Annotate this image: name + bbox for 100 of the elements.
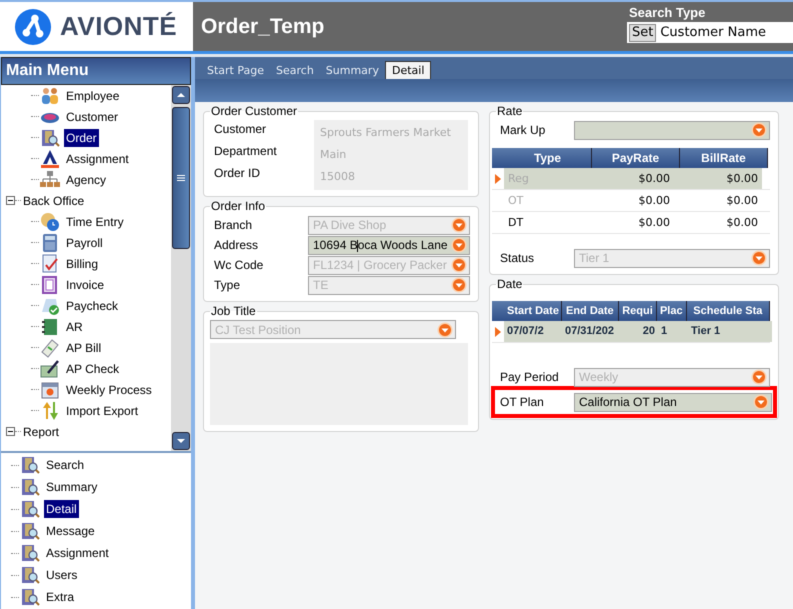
scroll-down-icon[interactable] xyxy=(176,438,186,444)
table-cell-text: $0.00 xyxy=(726,171,759,187)
tree-item[interactable]: Summary xyxy=(44,478,100,496)
search-type-field[interactable]: Set Customer Name xyxy=(627,22,793,43)
collapse-icon[interactable] xyxy=(6,196,15,205)
table-cell-text: 20 xyxy=(642,324,656,339)
column-header[interactable]: PayRate xyxy=(592,148,680,168)
arrows-icon xyxy=(40,400,60,420)
book-magnifier-icon xyxy=(20,565,40,585)
letter-icon xyxy=(40,148,60,168)
people-icon xyxy=(40,86,60,106)
column-header[interactable]: BillRate xyxy=(680,148,768,168)
field-label: Mark Up xyxy=(500,123,546,137)
tree-item[interactable]: Payroll xyxy=(64,234,105,252)
field-value: 15008 xyxy=(320,169,356,185)
tree-item[interactable]: Time Entry xyxy=(64,212,126,230)
tab[interactable]: Summary xyxy=(320,61,385,79)
field-label: Department xyxy=(214,143,278,160)
table-cell-text: $0.00 xyxy=(638,215,671,231)
checklist-icon xyxy=(40,254,60,274)
field-label: Type xyxy=(214,278,242,292)
table-cell-text: Tier 1 xyxy=(690,324,722,339)
column-header[interactable]: Start Date xyxy=(504,301,562,321)
field-label: Branch xyxy=(214,218,254,232)
field-label: Pay Period xyxy=(500,370,560,384)
field-value: Sprouts Farmers Market xyxy=(320,125,452,141)
tree-item[interactable]: Agency xyxy=(64,170,108,188)
dropdown-button[interactable] xyxy=(751,122,767,138)
field-label: Customer xyxy=(214,121,268,138)
field-value: Main xyxy=(320,147,348,163)
tree-item[interactable]: AP Check xyxy=(64,360,122,378)
pen-icon xyxy=(40,358,60,378)
logo-text: AVIONTÉ xyxy=(60,11,178,42)
dropdown-field[interactable] xyxy=(574,120,770,140)
table-row[interactable]: 07/07/2 07/31/202 20 1 Tier 1 xyxy=(504,321,772,342)
tree-item[interactable]: Order xyxy=(64,128,99,146)
scroll-up-icon[interactable] xyxy=(176,92,186,98)
grip-icon[interactable] xyxy=(177,174,185,182)
tab[interactable]: Search xyxy=(270,61,320,79)
field-label: Order ID xyxy=(214,165,262,182)
tree-item[interactable]: Detail xyxy=(44,500,79,518)
tree-item[interactable]: AP Bill xyxy=(64,338,104,356)
calculator-icon xyxy=(40,232,60,252)
column-header[interactable]: Requi xyxy=(619,301,657,321)
group-title: Order Customer xyxy=(210,104,298,118)
tree-item[interactable]: Employee xyxy=(64,86,122,104)
table-cell-text: 1 xyxy=(660,324,668,339)
dropdown-button[interactable] xyxy=(753,394,769,410)
column-header[interactable]: Schedule Sta xyxy=(686,301,770,321)
column-header[interactable]: Type xyxy=(504,148,592,168)
field-value: CJ Test Position xyxy=(215,322,302,336)
logo-icon xyxy=(14,8,52,46)
field-label: Address xyxy=(214,238,260,252)
book-magnifier-icon xyxy=(20,521,40,541)
field-value: California OT Plan xyxy=(579,395,678,409)
book-magnifier-icon xyxy=(20,499,40,519)
table-cell-text: $0.00 xyxy=(638,193,671,209)
scrollbar[interactable] xyxy=(171,85,191,451)
book-magnifier-icon xyxy=(40,128,60,148)
tree-item[interactable]: Users xyxy=(44,566,80,584)
ledger-icon xyxy=(40,316,60,336)
group-title: Order Info xyxy=(210,199,266,213)
table-cell-text: 07/07/2 xyxy=(506,324,545,339)
field-label: Wc Code xyxy=(214,258,264,272)
tree-item[interactable]: Paycheck xyxy=(64,296,120,314)
receipt-icon xyxy=(40,338,60,358)
tree-item[interactable]: Search xyxy=(44,456,86,474)
tree-group[interactable]: Report xyxy=(21,424,62,438)
clock-icon xyxy=(40,212,60,232)
search-type-label: Search Type xyxy=(628,4,706,22)
field-value: FL1234 | Grocery Packer xyxy=(313,258,448,272)
tree-item[interactable]: Assignment xyxy=(64,150,131,168)
tree-item[interactable]: Message xyxy=(44,522,97,540)
tree-item[interactable]: Customer xyxy=(64,108,120,126)
table-cell-text: DT xyxy=(507,215,524,231)
group-title: Date xyxy=(496,277,524,291)
book-magnifier-icon xyxy=(20,543,40,563)
tab[interactable]: Start Page xyxy=(201,61,270,79)
field-value: Weekly xyxy=(579,370,620,384)
dropdown-button[interactable] xyxy=(451,237,467,253)
tree-group[interactable]: Back Office xyxy=(21,194,86,208)
tree-item[interactable]: Extra xyxy=(44,588,76,606)
field-value: Tier 1 xyxy=(579,251,610,265)
tab[interactable]: Detail xyxy=(384,61,432,79)
group-title: Job Title xyxy=(210,304,257,318)
tree-item[interactable]: Import Export xyxy=(64,402,140,420)
dropdown-field[interactable]: California OT Plan xyxy=(574,392,772,412)
column-header[interactable]: End Date xyxy=(562,301,620,321)
tree-item[interactable]: Invoice xyxy=(64,276,106,294)
field-value: TE xyxy=(313,278,330,292)
set-button[interactable]: Set xyxy=(629,24,656,42)
column-header[interactable]: Plac xyxy=(656,301,687,321)
tree-item[interactable]: Assignment xyxy=(44,544,111,562)
collapse-icon[interactable] xyxy=(6,427,15,436)
frame-icon xyxy=(40,274,60,294)
table-cell-text: $0.00 xyxy=(726,215,759,231)
tree-item[interactable]: AR xyxy=(64,318,85,336)
corner-header xyxy=(492,301,504,321)
tree-item[interactable]: Billing xyxy=(64,254,100,272)
tree-item[interactable]: Weekly Process xyxy=(64,380,154,398)
